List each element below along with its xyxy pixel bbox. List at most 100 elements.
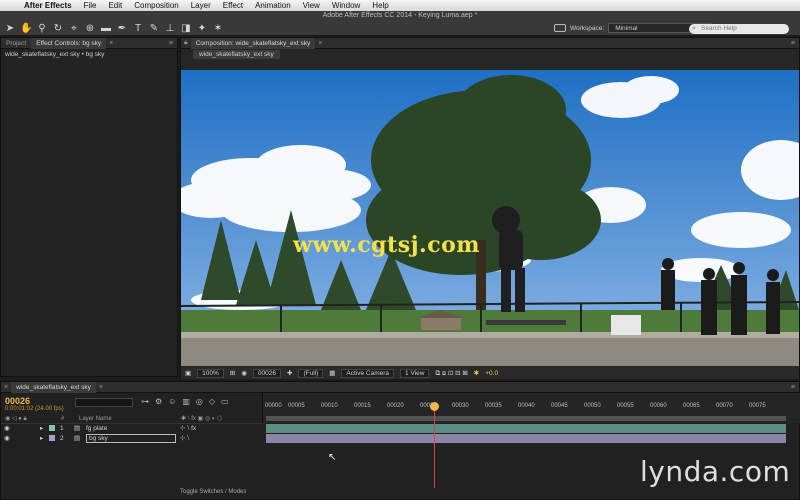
layer-track-bg-sky[interactable]	[266, 434, 786, 443]
switch-icons[interactable]: ⊹ ⧵ fx	[180, 424, 196, 433]
ruler-tick: 00045	[551, 403, 568, 409]
menu-view[interactable]: View	[297, 1, 326, 10]
work-area-bar[interactable]	[266, 416, 786, 421]
comp-breadcrumb-item[interactable]: wide_skateflatsky_ext sky	[193, 50, 280, 59]
toggle-switches-modes[interactable]: Toggle Switches / Modes	[180, 489, 246, 495]
workspace-icon[interactable]	[554, 24, 566, 32]
tab-effect-controls[interactable]: Effect Controls: bg sky	[31, 37, 107, 49]
zoom-tool-icon[interactable]: ⚲	[36, 23, 48, 35]
label-color-swatch[interactable]	[49, 435, 55, 441]
ruler-tick: 00065	[683, 403, 700, 409]
draft-3d-icon[interactable]: ⚙	[155, 397, 162, 406]
hand-tool-icon[interactable]: ✋	[20, 23, 32, 35]
close-icon[interactable]: ×	[106, 40, 116, 47]
search-placeholder: Search Help	[701, 25, 737, 32]
panel-menu-icon[interactable]: ≡	[787, 384, 799, 391]
layer-row[interactable]: ◉ ▸ 1 ▤ fg plate ⊹ ⧵ fx	[0, 423, 262, 433]
menu-composition[interactable]: Composition	[128, 1, 184, 10]
layer-name-selected[interactable]: bg sky	[86, 433, 176, 443]
current-timecode[interactable]: 00026	[5, 396, 64, 406]
viewer-image	[181, 70, 799, 366]
expand-icon[interactable]: ▸	[40, 434, 43, 442]
layer-search-input[interactable]	[75, 398, 133, 407]
close-icon[interactable]: ×	[96, 384, 106, 391]
footage-icon: ▤	[74, 425, 81, 432]
watermark-text: www.cgtsj.com	[293, 232, 481, 258]
ruler-tick: 00070	[716, 403, 733, 409]
brainstorm-icon[interactable]: ▭	[221, 397, 229, 406]
close-icon[interactable]: ×	[315, 40, 325, 47]
menu-effect[interactable]: Effect	[217, 1, 249, 10]
menu-help[interactable]: Help	[366, 1, 394, 10]
transparency-grid-icon[interactable]: ▦	[329, 369, 335, 377]
selection-tool-icon[interactable]: ➤	[4, 23, 16, 35]
layer-row[interactable]: ◉ ▸ 2 ▤ bg sky ⊹ ⧵	[0, 433, 262, 443]
timeline-tools: ⊶ ⚙ ☺ ▥ ◎ ◇ ▭	[141, 397, 229, 406]
type-tool-icon[interactable]: T	[132, 23, 144, 35]
mouse-cursor-icon: ↖	[328, 452, 337, 463]
menu-animation[interactable]: Animation	[249, 1, 297, 10]
tab-composition[interactable]: Composition: wide_skateflatsky_ext sky	[190, 37, 316, 49]
menu-layer[interactable]: Layer	[185, 1, 217, 10]
menu-file[interactable]: File	[78, 1, 103, 10]
label-color-swatch[interactable]	[49, 425, 55, 431]
playhead-line[interactable]	[434, 404, 435, 488]
always-preview-icon[interactable]: ▣	[185, 369, 191, 377]
eye-icon[interactable]: ◉	[4, 424, 10, 432]
layer-name[interactable]: fg plate	[86, 425, 107, 432]
panel-menu-icon[interactable]: ≡	[165, 40, 177, 47]
eye-icon[interactable]: ◉	[4, 434, 10, 442]
playhead-handle[interactable]	[430, 402, 439, 411]
tab-timeline[interactable]: wide_skateflatsky_ext sky	[11, 381, 96, 393]
puppet-pin-tool-icon[interactable]: ✶	[212, 23, 224, 35]
comp-mini-flowchart-icon[interactable]: ⊶	[141, 397, 149, 406]
menu-edit[interactable]: Edit	[102, 1, 128, 10]
menu-app[interactable]: After Effects	[18, 1, 78, 10]
window-title: Adobe After Effects CC 2014 - Keying Lum…	[322, 12, 478, 19]
frame-blending-icon[interactable]: ▥	[182, 397, 190, 406]
menu-window[interactable]: Window	[326, 1, 366, 10]
timecode-area: 00026 0:00:01:02 (24.00 fps)	[5, 396, 64, 412]
tab-project[interactable]: Project	[1, 38, 31, 49]
timecode-display[interactable]: 00026	[252, 368, 281, 378]
camera-tool-icon[interactable]: ⌖	[68, 23, 80, 35]
roto-brush-tool-icon[interactable]: ✦	[196, 23, 208, 35]
search-help-input[interactable]: ⌕ Search Help	[689, 24, 789, 34]
zoom-select[interactable]: 100%	[197, 368, 224, 378]
pan-behind-tool-icon[interactable]: ⊕	[84, 23, 96, 35]
ruler-tick: 00050	[584, 403, 601, 409]
clone-stamp-tool-icon[interactable]: ⊥	[164, 23, 176, 35]
close-icon[interactable]: ×	[1, 384, 11, 391]
exposure-icon[interactable]: ✱	[474, 369, 479, 377]
resolution-select[interactable]: (Full)	[298, 368, 324, 378]
eraser-tool-icon[interactable]: ◨	[180, 23, 192, 35]
ruler-tick: 00055	[617, 403, 634, 409]
composition-viewer[interactable]: www.cgtsj.com	[181, 70, 799, 366]
tools-group: ➤ ✋ ⚲ ↻ ⌖ ⊕ ▬ ✒ T ✎ ⊥ ◨ ✦ ✶	[4, 23, 224, 35]
layer-name-header[interactable]: Layer Name	[79, 416, 112, 422]
rotate-tool-icon[interactable]: ↻	[52, 23, 64, 35]
view-options-icon[interactable]: ⧉ ⧈ ⊡ ⊟ ⊠	[435, 369, 467, 378]
lynda-logo: lynda.com	[640, 455, 791, 488]
brush-tool-icon[interactable]: ✎	[148, 23, 160, 35]
composition-panel: 🔒︎ Composition: wide_skateflatsky_ext sk…	[180, 37, 800, 379]
pen-tool-icon[interactable]: ✒	[116, 23, 128, 35]
switch-icons[interactable]: ⊹ ⧵	[180, 434, 189, 443]
view-layout-select[interactable]: 1 View	[400, 368, 430, 378]
channel-icon[interactable]: ✚	[287, 369, 292, 377]
panel-menu-icon[interactable]: ≡	[787, 40, 799, 47]
snapshot-icon[interactable]: ◉	[241, 369, 247, 377]
grid-icon[interactable]: ⊞	[230, 369, 235, 377]
expand-icon[interactable]: ▸	[40, 424, 43, 432]
graph-editor-icon[interactable]: ◇	[209, 397, 215, 406]
layer-track-fg-plate[interactable]	[266, 424, 786, 433]
motion-blur-icon[interactable]: ◎	[196, 397, 203, 406]
timeline-tabbar: × wide_skateflatsky_ext sky × ≡	[1, 381, 799, 393]
left-panel-tabbar: Project Effect Controls: bg sky × ≡	[1, 37, 177, 49]
switches-header-icon: ✱ ⧵ fx ▣ ◎ ◐ ⬡	[181, 416, 223, 422]
shy-icon[interactable]: ☺	[168, 397, 176, 406]
exposure-value[interactable]: +0.0	[485, 370, 498, 377]
rectangle-tool-icon[interactable]: ▬	[100, 23, 112, 35]
lock-icon[interactable]: 🔒︎	[181, 39, 191, 47]
camera-select[interactable]: Active Camera	[341, 368, 395, 378]
